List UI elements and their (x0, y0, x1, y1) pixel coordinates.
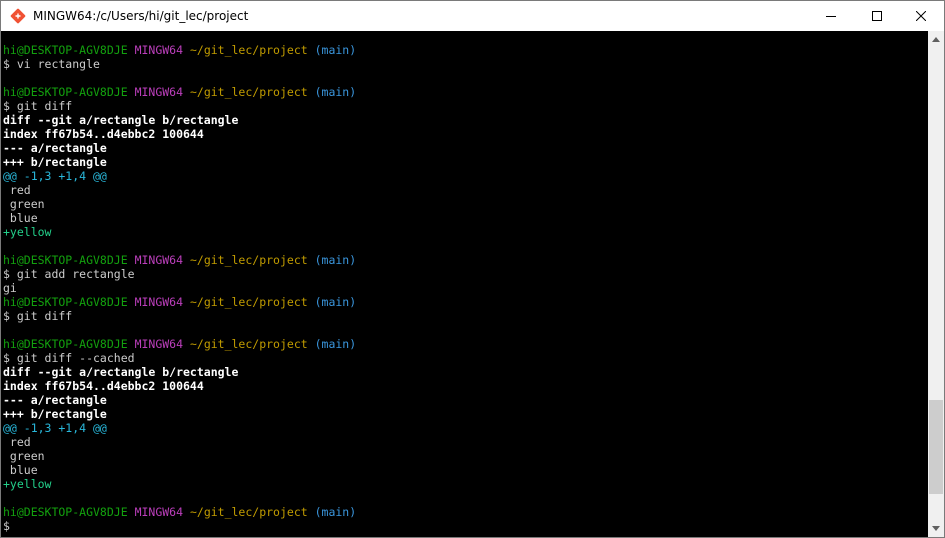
prompt-user: hi@DESKTOP-AGV8DJE (3, 43, 128, 57)
prompt-msys: MINGW64 (134, 505, 184, 519)
command-line: $ git diff (3, 99, 73, 113)
prompt-user: hi@DESKTOP-AGV8DJE (3, 505, 128, 519)
terminal-window: MINGW64:/c/Users/hi/git_lec/project hi@D… (0, 0, 945, 538)
prompt-line: hi@DESKTOP-AGV8DJE MINGW64 ~/git_lec/pro… (3, 85, 356, 99)
command-line: $ (3, 519, 10, 533)
prompt-line: hi@DESKTOP-AGV8DJE MINGW64 ~/git_lec/pro… (3, 295, 356, 309)
prompt-msys: MINGW64 (134, 337, 184, 351)
output-line: red (3, 183, 31, 197)
prompt-path: ~/git_lec/project (189, 337, 308, 351)
terminal-output[interactable]: hi@DESKTOP-AGV8DJE MINGW64 ~/git_lec/pro… (1, 31, 928, 537)
diff-header-line: --- a/rectangle (3, 141, 107, 155)
git-bash-icon (10, 8, 26, 24)
window-title: MINGW64:/c/Users/hi/git_lec/project (33, 9, 249, 23)
scroll-down-button[interactable] (928, 520, 944, 537)
close-icon (916, 11, 926, 21)
command-line: $ git diff (3, 309, 73, 323)
prompt-msys: MINGW64 (134, 85, 184, 99)
command-line: $ git diff --cached (3, 351, 135, 365)
terminal-lines: hi@DESKTOP-AGV8DJE MINGW64 ~/git_lec/pro… (3, 43, 356, 533)
diff-hunk-line: @@ -1,3 +1,4 @@ (3, 421, 107, 435)
output-line: blue (3, 211, 38, 225)
diff-hunk-line: @@ -1,3 +1,4 @@ (3, 169, 107, 183)
prompt-branch: (main) (314, 253, 357, 267)
prompt-line: hi@DESKTOP-AGV8DJE MINGW64 ~/git_lec/pro… (3, 337, 356, 351)
prompt-line: hi@DESKTOP-AGV8DJE MINGW64 ~/git_lec/pro… (3, 505, 356, 519)
prompt-user: hi@DESKTOP-AGV8DJE (3, 337, 128, 351)
diff-added-line: +yellow (3, 225, 52, 239)
prompt-msys: MINGW64 (134, 295, 184, 309)
command-line: $ git add rectangle (3, 267, 135, 281)
maximize-icon (872, 11, 882, 21)
prompt-path: ~/git_lec/project (189, 295, 308, 309)
prompt-line: hi@DESKTOP-AGV8DJE MINGW64 ~/git_lec/pro… (3, 43, 356, 57)
prompt-path: ~/git_lec/project (189, 43, 308, 57)
prompt-path: ~/git_lec/project (189, 505, 308, 519)
scroll-up-button[interactable] (928, 31, 944, 48)
diff-header-line: +++ b/rectangle (3, 407, 107, 421)
prompt-branch: (main) (314, 85, 357, 99)
diff-header-line: diff --git a/rectangle b/rectangle (3, 365, 239, 379)
prompt-path: ~/git_lec/project (189, 85, 308, 99)
diff-header-line: +++ b/rectangle (3, 155, 107, 169)
prompt-user: hi@DESKTOP-AGV8DJE (3, 295, 128, 309)
title-bar[interactable]: MINGW64:/c/Users/hi/git_lec/project (1, 1, 944, 31)
prompt-msys: MINGW64 (134, 43, 184, 57)
prompt-user: hi@DESKTOP-AGV8DJE (3, 85, 128, 99)
diff-header-line: diff --git a/rectangle b/rectangle (3, 113, 239, 127)
chevron-up-icon (932, 37, 940, 42)
prompt-path: ~/git_lec/project (189, 253, 308, 267)
diff-header-line: index ff67b54..d4ebbc2 100644 (3, 127, 204, 141)
output-line: red (3, 435, 31, 449)
output-line: blue (3, 463, 38, 477)
output-line: gi (3, 281, 17, 295)
close-button[interactable] (898, 1, 944, 31)
output-line: green (3, 197, 45, 211)
prompt-line: hi@DESKTOP-AGV8DJE MINGW64 ~/git_lec/pro… (3, 253, 356, 267)
prompt-user: hi@DESKTOP-AGV8DJE (3, 253, 128, 267)
prompt-branch: (main) (314, 505, 357, 519)
scroll-thumb[interactable] (929, 400, 943, 494)
minimize-icon (826, 16, 836, 17)
command-line: $ vi rectangle (3, 57, 100, 71)
prompt-branch: (main) (314, 43, 357, 57)
maximize-button[interactable] (854, 1, 900, 31)
prompt-msys: MINGW64 (134, 253, 184, 267)
diff-added-line: +yellow (3, 477, 52, 491)
diff-header-line: --- a/rectangle (3, 393, 107, 407)
prompt-branch: (main) (314, 295, 357, 309)
prompt-branch: (main) (314, 337, 357, 351)
chevron-down-icon (932, 526, 940, 531)
output-line: green (3, 449, 45, 463)
minimize-button[interactable] (808, 1, 854, 31)
vertical-scrollbar[interactable] (928, 31, 944, 537)
diff-header-line: index ff67b54..d4ebbc2 100644 (3, 379, 204, 393)
